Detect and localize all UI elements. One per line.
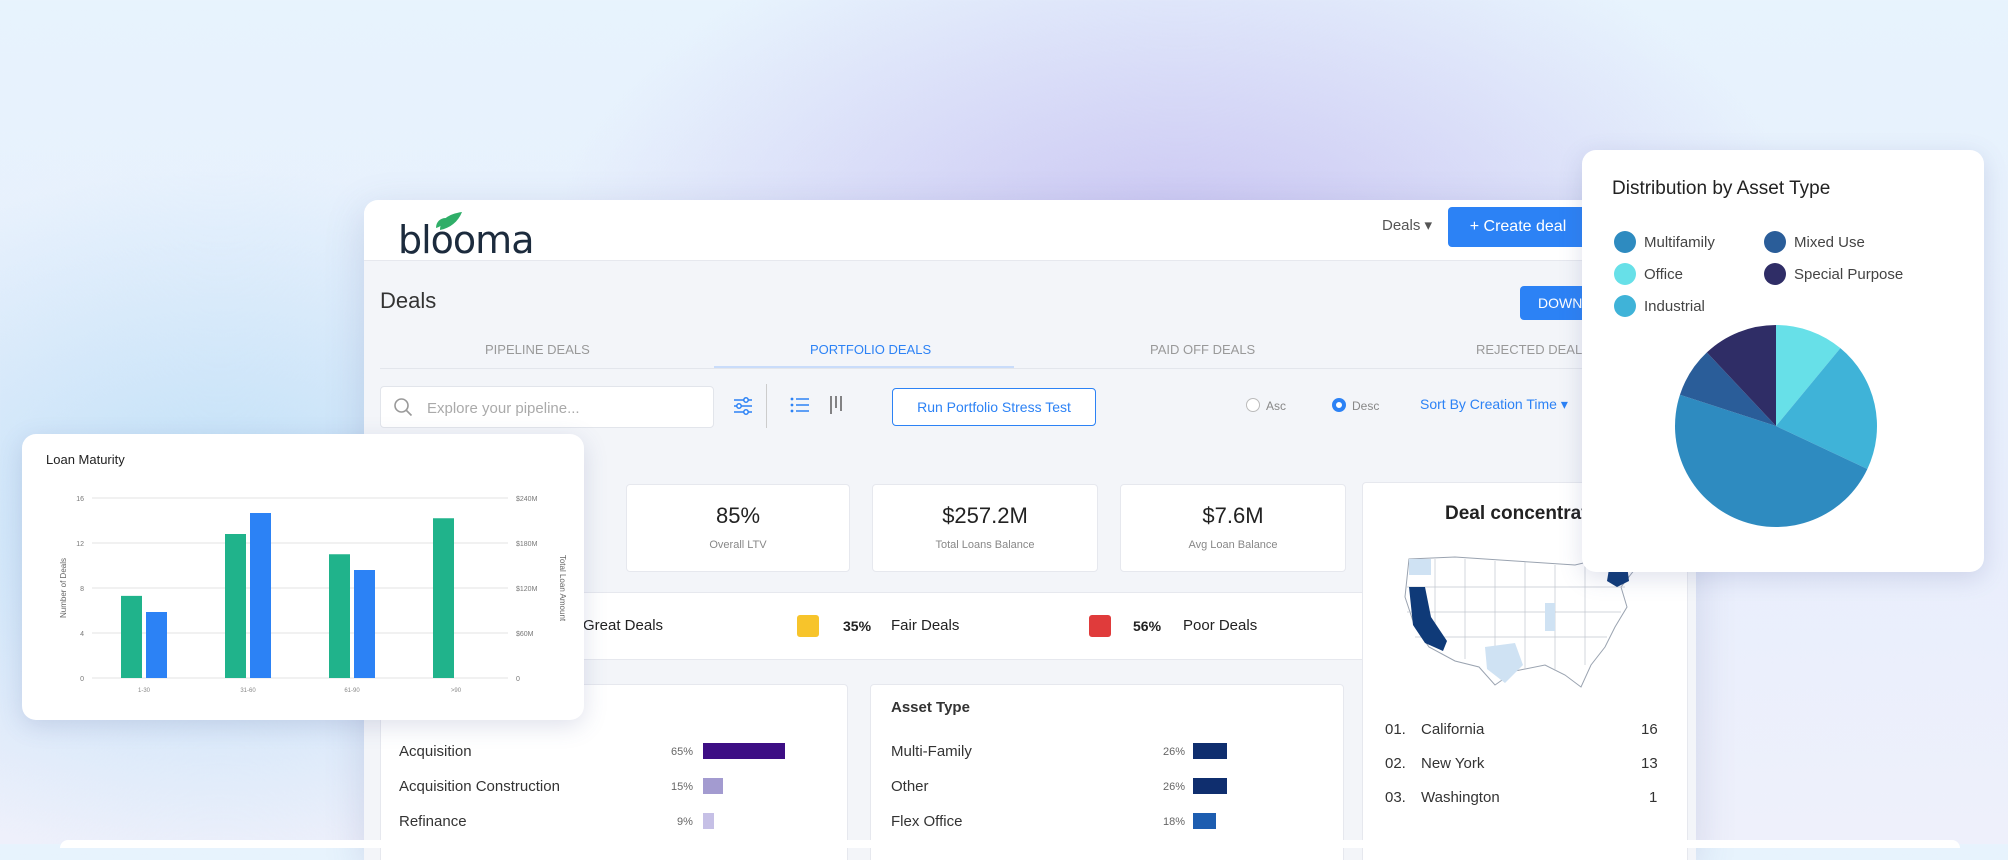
y2-tick-label: $240M	[516, 496, 538, 503]
state-count: 1	[1649, 789, 1658, 806]
distribution-card: Distribution by Asset Type Multifamily M…	[1582, 150, 1984, 572]
purpose-bar	[703, 778, 723, 794]
deals-nav-menu[interactable]: Deals ▾	[1382, 216, 1432, 234]
search-icon	[394, 398, 413, 417]
loan-maturity-card: Loan Maturity 0 0 4 $60M 8 $120M 12 $180M 16 $240…	[22, 434, 584, 720]
stat-value: $257.2M	[942, 503, 1028, 528]
purpose-bar	[703, 813, 714, 829]
y-tick-label: 8	[80, 586, 84, 593]
y-axis-label: Number of Deals	[59, 558, 68, 618]
fair-deals-swatch	[797, 615, 819, 637]
x-tick-label: 31-60	[240, 688, 256, 694]
poor-deals-swatch	[1089, 615, 1111, 637]
great-deals-label: Great Deals	[583, 617, 664, 634]
purpose-row-label: Acquisition Construction	[399, 778, 560, 795]
list-view-icon[interactable]	[790, 396, 810, 414]
tabs-divider	[380, 368, 1680, 369]
create-deal-button[interactable]: + Create deal	[1448, 207, 1588, 247]
y2-tick-label: $60M	[516, 631, 534, 638]
sort-desc-radio[interactable]	[1332, 398, 1346, 412]
tab-rejected-deals[interactable]: REJECTED DEALS	[1476, 342, 1591, 357]
x-tick-label: 61-90	[344, 688, 360, 694]
state-count: 13	[1641, 755, 1658, 772]
state-name: New York	[1421, 755, 1485, 772]
tab-portfolio-deals[interactable]: PORTFOLIO DEALS	[810, 342, 931, 357]
purpose-row-label: Acquisition	[399, 743, 472, 760]
asset-row-label: Multi-Family	[891, 743, 972, 760]
x-tick-label: >90	[451, 688, 462, 694]
y-tick-label: 16	[76, 496, 84, 503]
y-tick-label: 12	[76, 541, 84, 548]
page-title: Deals	[380, 288, 437, 313]
y-tick-label: 4	[80, 631, 84, 638]
stat-card-total-loans-balance: $257.2M Total Loans Balance	[872, 484, 1098, 572]
asset-row-pct: 26%	[1163, 746, 1186, 758]
loan-maturity-chart: 0 0 4 $60M 8 $120M 12 $180M 16 $240M Number of Dea…	[59, 496, 567, 694]
stat-card-overall-ltv: 85% Overall LTV	[626, 484, 850, 572]
purpose-row-pct: 9%	[677, 816, 693, 828]
deal-concentration-title: Deal concentrati	[1445, 503, 1593, 524]
state-rank: 02.	[1385, 755, 1406, 772]
run-portfolio-stress-test-button[interactable]: Run Portfolio Stress Test	[892, 388, 1096, 426]
logo-text: blooma	[398, 218, 534, 262]
state-name: California	[1421, 721, 1485, 738]
purpose-bar	[703, 743, 785, 759]
asset-bar	[1193, 778, 1227, 794]
asset-row-pct: 26%	[1163, 781, 1186, 793]
asset-row-label: Flex Office	[891, 813, 963, 830]
y2-axis-label: Total Loan Amount	[558, 555, 567, 622]
bar-right-axis	[250, 513, 271, 678]
purpose-row-label: Refinance	[399, 813, 467, 830]
stat-label: Total Loans Balance	[935, 539, 1035, 551]
bar-left-axis	[225, 534, 246, 678]
stat-value: $7.6M	[1202, 503, 1264, 528]
bar-left-axis	[121, 595, 142, 678]
y2-tick-label: $120M	[516, 586, 538, 593]
y2-tick-label: $180M	[516, 541, 538, 548]
asset-type-pie-chart	[1675, 325, 1877, 528]
search-box[interactable]	[380, 386, 714, 429]
filter-sliders-icon[interactable]	[732, 395, 754, 417]
bar-right-axis	[354, 570, 375, 678]
sort-asc-radio[interactable]	[1246, 398, 1260, 412]
fair-deals-label: Fair Deals	[891, 617, 960, 634]
purpose-row-pct: 15%	[671, 781, 694, 793]
stat-card-avg-loan-balance: $7.6M Avg Loan Balance	[1120, 484, 1346, 572]
stat-label: Avg Loan Balance	[1188, 539, 1278, 551]
board-view-icon[interactable]	[828, 394, 846, 416]
bar-left-axis	[329, 554, 350, 678]
asset-bar	[1193, 743, 1227, 759]
y-tick-label: 0	[80, 676, 84, 683]
sort-asc-label: Asc	[1266, 399, 1287, 413]
fair-deals-pct: 35%	[843, 618, 872, 634]
sort-desc-label: Desc	[1352, 399, 1380, 413]
asset-row-pct: 18%	[1163, 816, 1186, 828]
state-count: 16	[1641, 721, 1658, 738]
bottom-strip	[60, 840, 1960, 848]
tab-paid-off-deals[interactable]: PAID OFF DEALS	[1150, 342, 1255, 357]
search-input[interactable]	[425, 387, 699, 429]
toolbar-divider	[766, 384, 767, 428]
stat-value: 85%	[715, 503, 761, 528]
tab-pipeline-deals[interactable]: PIPELINE DEALS	[485, 342, 590, 357]
top-bar: blooma Deals ▾ + Create deal	[364, 200, 1696, 262]
active-tab-indicator	[714, 366, 1014, 368]
bar-left-axis	[433, 518, 454, 678]
state-name: Washington	[1421, 789, 1500, 806]
bar-right-axis	[146, 612, 167, 678]
stat-label: Overall LTV	[709, 539, 767, 551]
blooma-logo[interactable]: blooma	[396, 208, 534, 262]
purpose-row-pct: 65%	[671, 746, 694, 758]
asset-bar	[1193, 813, 1216, 829]
asset-type-title: Asset Type	[891, 699, 970, 716]
y2-tick-label: 0	[516, 676, 520, 683]
state-rank: 03.	[1385, 789, 1406, 806]
state-rank: 01.	[1385, 721, 1406, 738]
asset-row-label: Other	[891, 778, 929, 795]
asset-type-panel: Asset Type Multi-Family 26% Other 26% Fl…	[870, 684, 1344, 860]
x-tick-label: 1-30	[138, 688, 151, 694]
poor-deals-pct: 56%	[1133, 618, 1162, 634]
poor-deals-label: Poor Deals	[1183, 617, 1258, 634]
sort-by-dropdown[interactable]: Sort By Creation Time ▾	[1420, 396, 1568, 413]
